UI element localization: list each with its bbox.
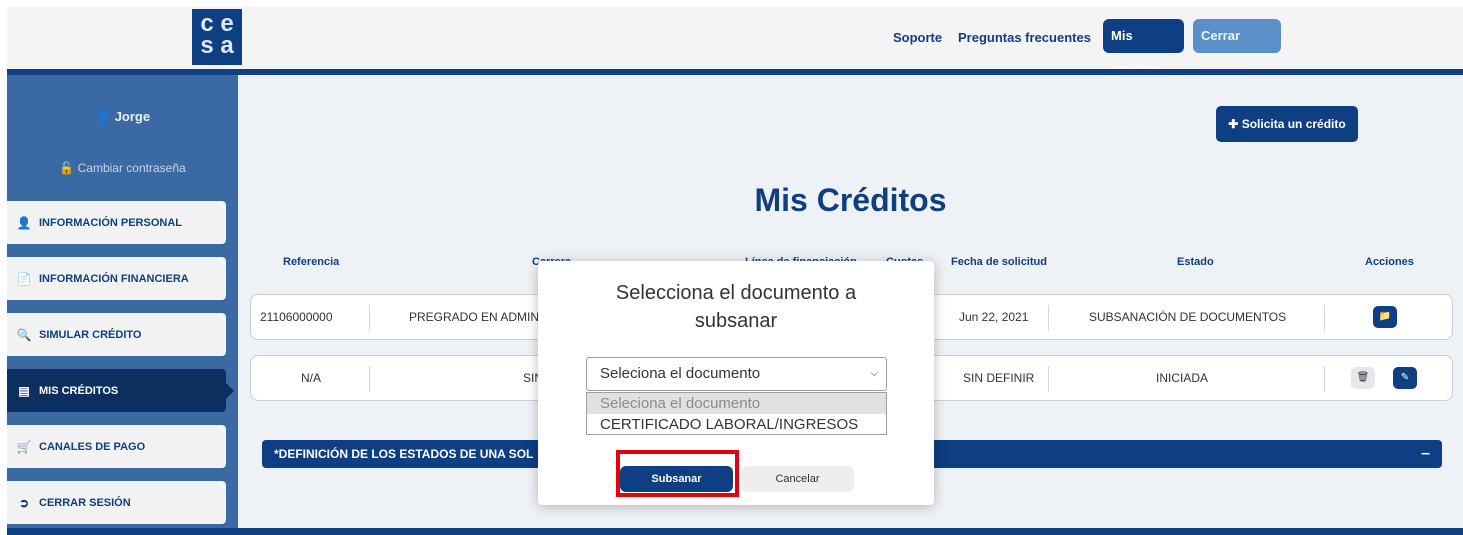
cerrar-sesion-button[interactable]: Cerrar sesión [1193,19,1281,77]
column-header-referencia: Referencia [283,256,340,268]
cancelar-button[interactable]: Cancelar [741,466,854,492]
column-header-estado: Estado [1177,256,1214,268]
cell-divider [1048,366,1049,392]
subsanar-modal: Selecciona el documento a subsanar Selec… [538,261,934,505]
column-header-fecha: Fecha de solicitud [951,256,1047,268]
dropdown-option[interactable]: CERTIFICADO LABORAL/INGRESOS [587,414,886,435]
cell-fecha: SIN DEFINIR [963,371,1035,385]
edit-icon[interactable]: ✎ [1393,367,1417,389]
bottom-divider [7,528,1463,535]
modal-title: Selecciona el documento a subsanar [615,282,857,332]
mis-creditos-button[interactable]: Mis créditos [1103,19,1184,77]
sidebar-item-label: INFORMACIÓN PERSONAL [39,216,182,229]
sidebar-item-label: INFORMACIÓN FINANCIERA [39,272,189,285]
cell-referencia: 21106000000 [260,310,333,324]
sidebar: 👤 Jorge 🔓 Cambiar contraseña 👤 INFORMACI… [7,75,238,535]
cell-carrera: PREGRADO EN ADMIN [409,310,540,324]
sidebar-item-label: CANALES DE PAGO [39,440,146,453]
sidebar-item-label: SIMULAR CRÉDITO [39,328,142,341]
sidebar-item-mis-creditos[interactable]: ▤ MIS CRÉDITOS [7,369,234,412]
sidebar-item-label: CERRAR SESIÓN [39,496,131,509]
page-title: Mis Créditos [754,182,947,218]
preguntas-frecuentes-link[interactable]: Preguntas frecuentes [958,30,1091,45]
folder-icon[interactable]: 📁 [1373,306,1397,328]
document-select[interactable]: Seleciona el documento ⌵ [586,357,887,391]
document-icon: 📄 [16,271,32,286]
cesa-logo[interactable]: c es a [192,9,242,65]
cell-divider [369,366,370,392]
sidebar-item-canales-de-pago[interactable]: 🛒 CANALES DE PAGO [7,425,226,468]
chevron-down-icon: ⌵ [870,368,878,379]
search-icon: 🔍 [16,327,32,342]
cell-divider [1048,305,1049,331]
cell-referencia: N/A [301,371,322,385]
dropdown-option[interactable]: Seleciona el documento [587,393,886,414]
plus-icon: ✚ [1228,117,1239,131]
card-icon: ▤ [18,383,30,398]
user-icon: 👤 [94,109,112,124]
cart-icon: 🛒 [16,439,32,454]
change-password-link[interactable]: 🔓 Cambiar contraseña [7,161,238,175]
subsanar-button[interactable]: Subsanar [620,466,733,492]
sidebar-item-label: MIS CRÉDITOS [39,384,119,397]
sidebar-item-informacion-personal[interactable]: 👤 INFORMACIÓN PERSONAL [7,201,226,244]
soporte-link[interactable]: Soporte [893,30,942,45]
cell-estado: INICIADA [1156,371,1209,385]
column-header-acciones: Acciones [1365,256,1414,268]
solicita-credito-button[interactable]: ✚ Solicita un crédito [1216,106,1358,142]
document-select-value: Seleciona el documento [600,365,761,382]
solicita-credito-label: Solicita un crédito [1241,117,1346,131]
top-bar: c es a Soporte Preguntas frecuentes Mis … [7,7,1463,77]
sidebar-item-informacion-financiera[interactable]: 📄 INFORMACIÓN FINANCIERA [7,257,226,300]
definicion-estados-label: *DEFINICIÓN DE LOS ESTADOS DE UNA SOL [274,447,534,461]
collapse-icon[interactable]: – [1421,440,1430,468]
app-frame: c es a Soporte Preguntas frecuentes Mis … [7,7,1463,535]
lock-icon: 🔓 [59,161,75,175]
cell-divider [369,305,370,331]
sidebar-item-cerrar-sesion[interactable]: ➲ CERRAR SESIÓN [7,481,226,524]
user-name: 👤 Jorge [7,109,238,125]
change-password-label: Cambiar contraseña [77,161,186,175]
document-dropdown: Seleciona el documento CERTIFICADO LABOR… [586,392,887,435]
user-name-label: Jorge [114,109,151,124]
cell-divider [1324,366,1325,392]
user-icon: 👤 [16,215,32,230]
cell-estado: SUBSANACIÓN DE DOCUMENTOS [1089,310,1287,324]
trash-icon[interactable]: 🗑 [1351,367,1375,389]
sidebar-item-simular-credito[interactable]: 🔍 SIMULAR CRÉDITO [7,313,226,356]
cell-fecha: Jun 22, 2021 [959,310,1029,324]
cell-divider [1324,305,1325,331]
logout-icon: ➲ [18,495,30,510]
